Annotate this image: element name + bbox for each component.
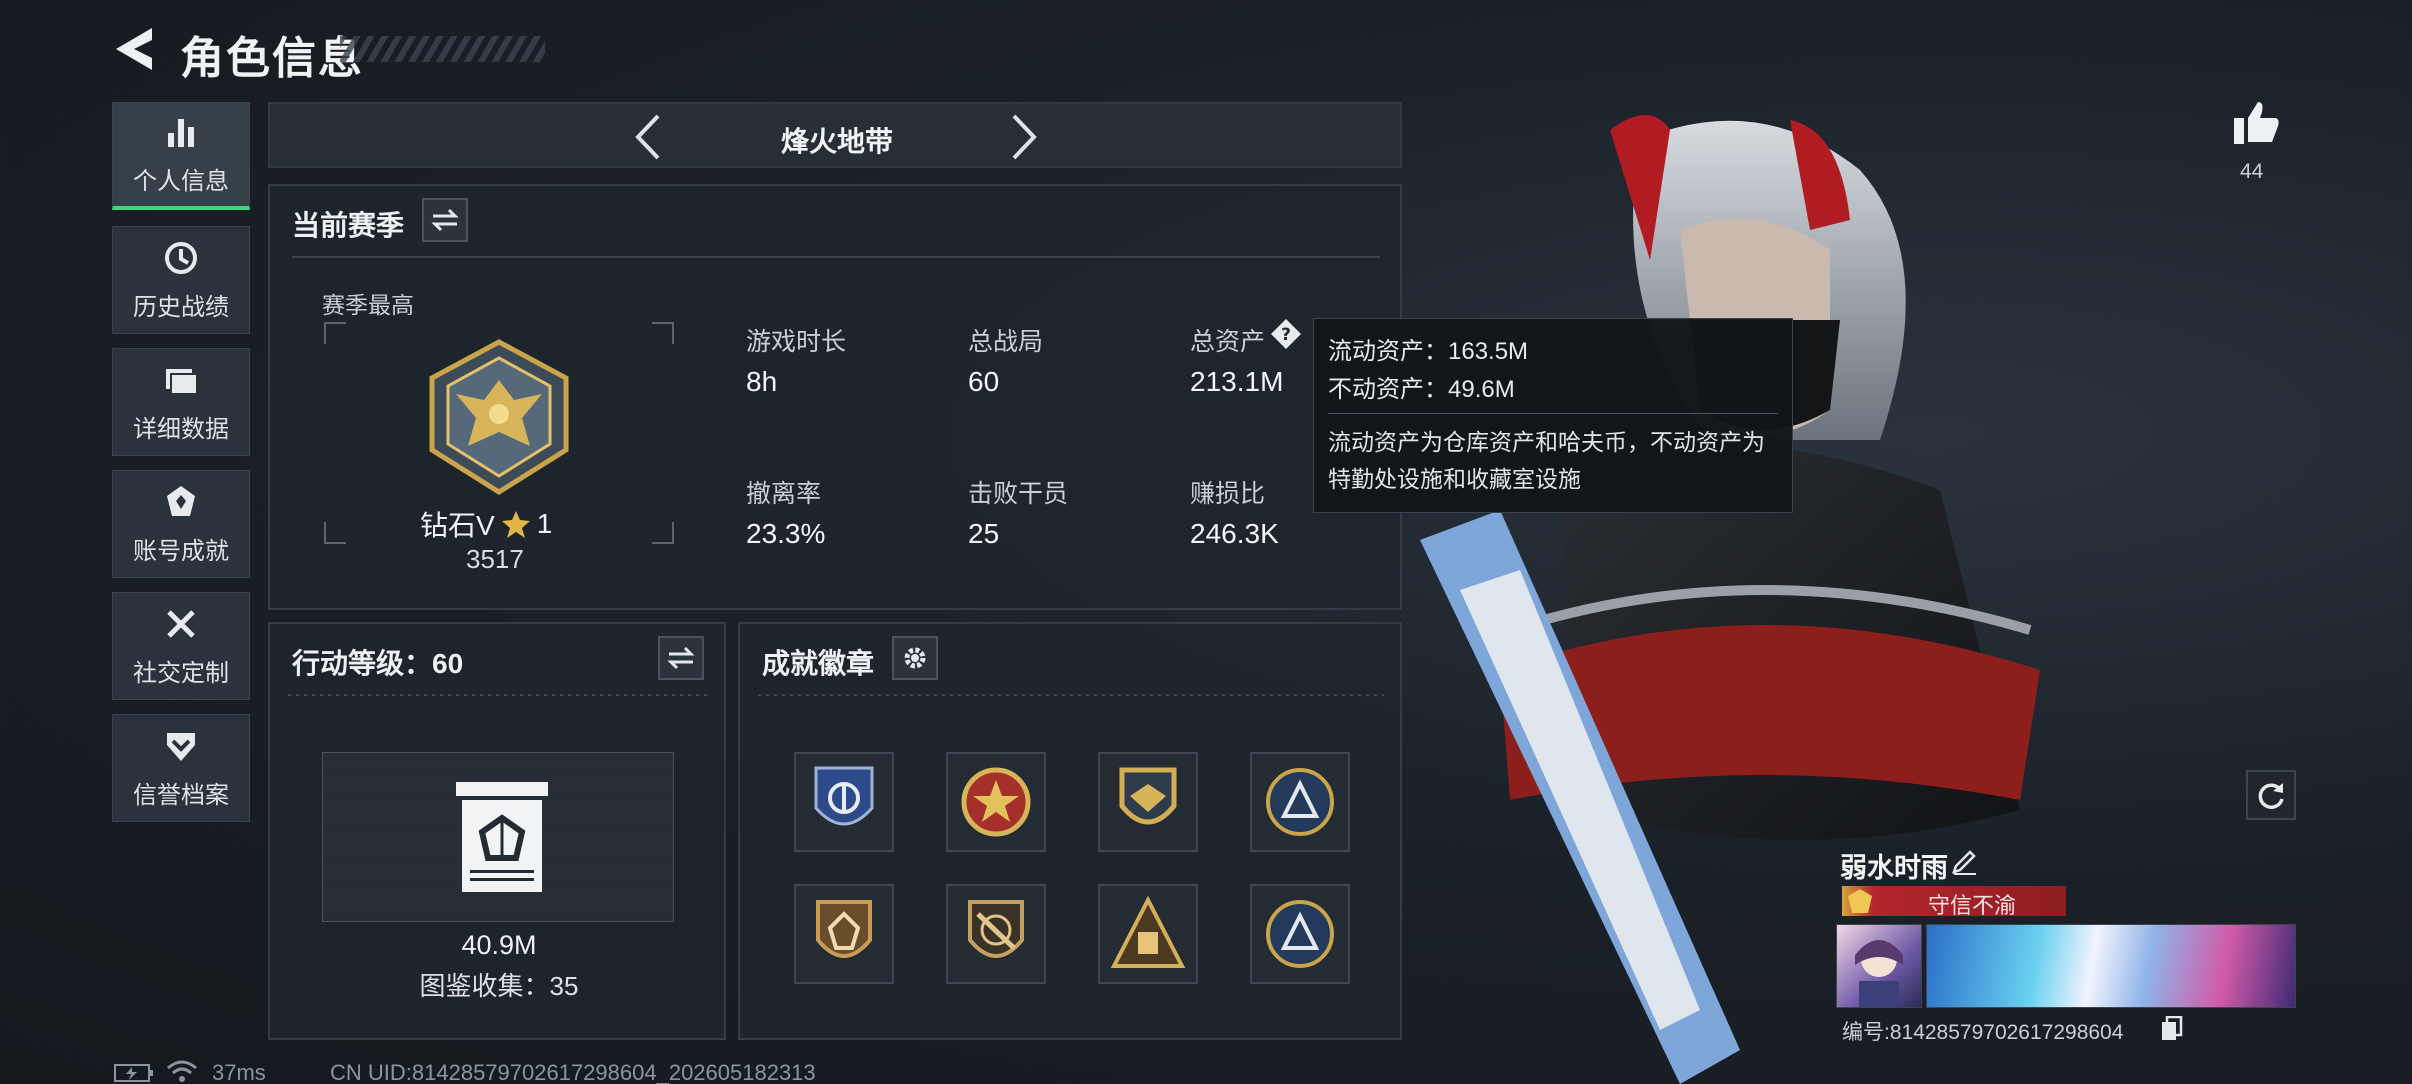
badge-tile[interactable] (794, 752, 894, 852)
sidebar-item-label: 历史战绩 (133, 293, 229, 321)
collection-vault-icon (456, 782, 548, 892)
rank-name-row: 钻石V 1 (420, 504, 620, 544)
stat-value-matches: 60 (968, 366, 1000, 397)
refresh-button[interactable] (2246, 770, 2296, 820)
history-clock-icon (165, 241, 197, 274)
sidebar-item-social[interactable]: 社交定制 (112, 592, 250, 700)
gold-star-icon (501, 511, 530, 538)
stat-label-extract-rate: 撤离率 (746, 480, 822, 508)
shield-chevron-icon (167, 732, 195, 761)
avatar[interactable] (1836, 924, 1922, 1008)
stat-label-profit-ratio: 赚损比 (1190, 480, 1266, 508)
badge-tile[interactable] (794, 884, 894, 984)
tooltip-description: 流动资产为仓库资产和哈夫币，不动资产为特勤处设施和收藏室设施 (1328, 429, 1765, 492)
rifle-badge-icon (968, 900, 1024, 958)
badges-title: 成就徽章 (762, 648, 875, 679)
rank-score: 3517 (466, 544, 524, 574)
reputation-emblem-icon (1848, 889, 1872, 913)
sidebar-item-personal-info[interactable]: 个人信息 (112, 102, 250, 210)
tools-icon (167, 609, 195, 638)
player-id: 编号:81428579702617298604 (1842, 1021, 2124, 1044)
thumbs-up-icon[interactable] (2232, 98, 2280, 146)
sidebar-item-label: 详细数据 (133, 415, 229, 443)
action-level-title: 行动等级：60 (292, 648, 464, 679)
sidebar-item-label: 账号成就 (133, 537, 229, 565)
badge-tile[interactable] (946, 884, 1046, 984)
sidebar-item-label: 信誉档案 (133, 781, 229, 809)
action-level-swap-button[interactable] (658, 636, 704, 680)
season-best-label: 赛季最高 (322, 292, 414, 318)
gold-wing-badge-icon (1119, 767, 1177, 825)
mode-selector: 烽火地带 (268, 102, 1402, 168)
reputation-banner: 守信不渝 (1842, 886, 2066, 918)
swap-button[interactable] (422, 198, 468, 242)
diamond-rank-emblem-icon (429, 339, 569, 495)
title-decoration (340, 36, 545, 62)
achievement-icon (167, 485, 195, 516)
page-title: 角色信息 (180, 34, 364, 83)
ping-value: 37ms (212, 1060, 266, 1084)
stat-value-profit-ratio: 246.3K (1190, 518, 1279, 549)
profile-banner-image[interactable] (1926, 924, 2296, 1008)
stat-label-matches: 总战局 (968, 328, 1044, 356)
assets-tooltip: 流动资产：163.5M 不动资产：49.6M 流动资产为仓库资产和哈夫币，不动资… (1313, 318, 1793, 513)
action-level-panel: 行动等级：60 40.9M 图鉴收集：35 (268, 622, 726, 1040)
red-star-badge-icon (961, 767, 1031, 837)
badge-tile[interactable] (1098, 752, 1198, 852)
badges-settings-button[interactable] (892, 636, 938, 680)
folder-icon (166, 368, 198, 395)
badge-tile[interactable] (1250, 752, 1350, 852)
rank-name: 钻石V (420, 510, 495, 541)
stat-value-total-assets: 213.1M (1190, 366, 1284, 397)
badge-tile[interactable] (1250, 884, 1350, 984)
sidebar-item-reputation[interactable]: 信誉档案 (112, 714, 250, 822)
reputation-title: 守信不渝 (1927, 893, 2016, 918)
player-name: 弱水时雨 (1840, 853, 1948, 883)
rank-stars: 1 (536, 508, 553, 539)
sidebar-item-label: 个人信息 (133, 168, 229, 195)
blue-round-badge-icon (1266, 768, 1334, 836)
sidebar-item-label: 社交定制 (133, 659, 229, 687)
tooltip-liquid-assets: 流动资产：163.5M (1328, 338, 1529, 365)
achievement-badges-panel: 成就徽章 (738, 622, 1402, 1040)
bronze-shield-badge-icon (816, 900, 872, 958)
collection-count: 图鉴收集：35 (419, 971, 579, 1001)
back-arrow-icon[interactable] (112, 26, 156, 72)
like-count: 44 (2240, 160, 2264, 183)
stat-label-playtime: 游戏时长 (746, 328, 847, 356)
chevron-right-icon[interactable] (1010, 112, 1040, 162)
current-season-panel: 当前赛季 赛季最高 钻石V 1 3517 游戏时长 8h 总战局 60 总资产 … (268, 184, 1402, 610)
sidebar-item-achievements[interactable]: 账号成就 (112, 470, 250, 578)
stat-value-extract-rate: 23.3% (746, 518, 826, 549)
swap-icon (667, 646, 695, 670)
refresh-icon (2258, 783, 2284, 809)
copy-icon[interactable] (2160, 1016, 2184, 1042)
sidebar-item-history[interactable]: 历史战绩 (112, 226, 250, 334)
badge-tile[interactable] (946, 752, 1046, 852)
stat-value-kills: 25 (968, 518, 1000, 549)
edit-pencil-icon[interactable] (1950, 848, 1978, 876)
mode-name: 烽火地带 (780, 126, 893, 157)
stat-value-playtime: 8h (746, 366, 778, 397)
wifi-icon (167, 1060, 197, 1082)
help-icon[interactable]: ? (1270, 318, 1302, 350)
uid-line: CN UID:81428579702617298604_202605182313 (330, 1060, 816, 1084)
blue-shield-badge-icon (814, 766, 874, 826)
bar-chart-icon (168, 119, 194, 147)
pyramid-badge-icon (1110, 895, 1186, 968)
gear-icon (904, 647, 926, 669)
stat-label-kills: 击败干员 (968, 480, 1069, 508)
battery-icon (114, 1064, 153, 1082)
svg-text:?: ? (1281, 325, 1291, 345)
season-title: 当前赛季 (292, 210, 405, 241)
action-level-value: 40.9M (461, 930, 537, 960)
blue-round-badge-2-icon (1266, 900, 1334, 968)
stat-label-total-assets: 总资产 (1190, 328, 1266, 356)
swap-icon (431, 208, 459, 232)
sidebar-item-detail-data[interactable]: 详细数据 (112, 348, 250, 456)
tooltip-fixed-assets: 不动资产：49.6M (1328, 376, 1515, 403)
badge-tile[interactable] (1098, 884, 1198, 984)
